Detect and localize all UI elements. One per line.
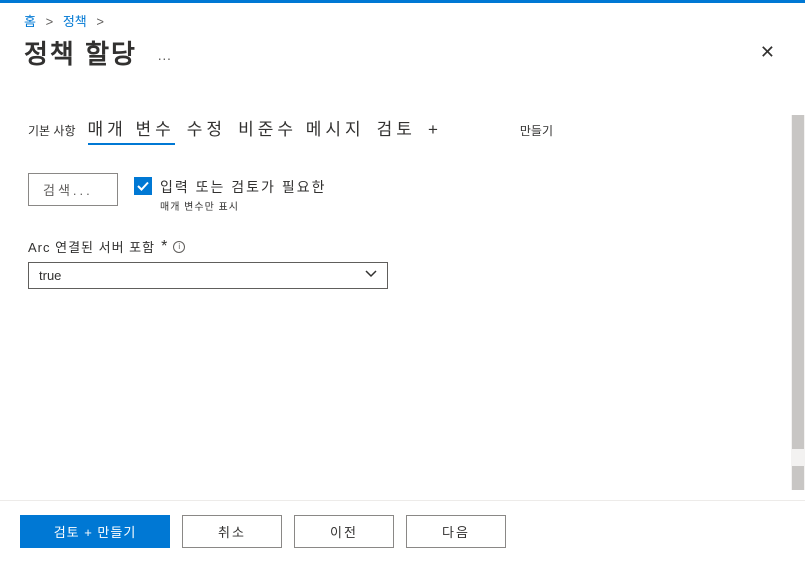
checkmark-icon xyxy=(137,180,149,192)
checkbox-wrap: 입력 또는 검토가 필요한 매개 변수만 표시 xyxy=(134,173,326,213)
scrollbar-thumb[interactable] xyxy=(792,139,804,449)
breadcrumb-policy[interactable]: 정책 xyxy=(63,14,87,29)
next-button[interactable]: 다음 xyxy=(406,515,506,548)
field-label: Arc 연결된 서버 포함 xyxy=(28,237,155,256)
field-label-row: Arc 연결된 서버 포함 * i xyxy=(28,237,777,256)
breadcrumb-separator: > xyxy=(96,14,104,29)
tab-basics[interactable]: 기본 사항 xyxy=(28,122,76,139)
tabs: 기본 사항 매개 변수 수정 비준수 메시지 검토 + 만들기 xyxy=(28,115,777,145)
review-create-button[interactable]: 검토 + 만들기 xyxy=(20,515,170,548)
show-required-params-checkbox[interactable] xyxy=(134,177,152,195)
previous-button[interactable]: 이전 xyxy=(294,515,394,548)
checkbox-label: 입력 또는 검토가 필요한 xyxy=(160,177,326,197)
content-area: 기본 사항 매개 변수 수정 비준수 메시지 검토 + 만들기 검색... 입력… xyxy=(0,79,805,489)
tab-plus: + xyxy=(428,120,438,140)
breadcrumb-separator: > xyxy=(46,14,54,29)
header: 정책 할당 ··· ✕ xyxy=(0,34,805,79)
select-value: true xyxy=(39,268,61,283)
breadcrumb-home[interactable]: 홈 xyxy=(24,14,36,29)
search-button[interactable]: 검색... xyxy=(28,173,118,206)
checkbox-sublabel: 매개 변수만 표시 xyxy=(160,198,326,213)
tab-parameters[interactable]: 매개 변수 xyxy=(88,115,175,145)
breadcrumb: 홈 > 정책 > xyxy=(0,3,805,34)
page-title: 정책 할당 xyxy=(24,39,137,69)
tab-remediation[interactable]: 수정 xyxy=(187,115,226,140)
search-row: 검색... 입력 또는 검토가 필요한 매개 변수만 표시 xyxy=(28,173,777,213)
cancel-button[interactable]: 취소 xyxy=(182,515,282,548)
arc-server-select[interactable]: true xyxy=(28,262,388,289)
scrollbar-track[interactable] xyxy=(791,115,805,490)
field-required: * xyxy=(161,238,167,256)
scrollbar-down-button[interactable] xyxy=(792,466,804,490)
tab-create[interactable]: 만들기 xyxy=(520,122,553,139)
checkbox-labels: 입력 또는 검토가 필요한 매개 변수만 표시 xyxy=(160,177,326,213)
more-button[interactable]: ··· xyxy=(157,50,171,66)
close-icon[interactable]: ✕ xyxy=(754,36,781,69)
info-icon[interactable]: i xyxy=(173,241,185,253)
chevron-down-icon xyxy=(365,270,377,281)
footer: 검토 + 만들기 취소 이전 다음 xyxy=(0,500,805,562)
tab-noncompliance[interactable]: 비준수 메시지 xyxy=(238,115,365,140)
scrollbar-up-button[interactable] xyxy=(792,115,804,139)
tab-review[interactable]: 검토 xyxy=(377,115,416,140)
